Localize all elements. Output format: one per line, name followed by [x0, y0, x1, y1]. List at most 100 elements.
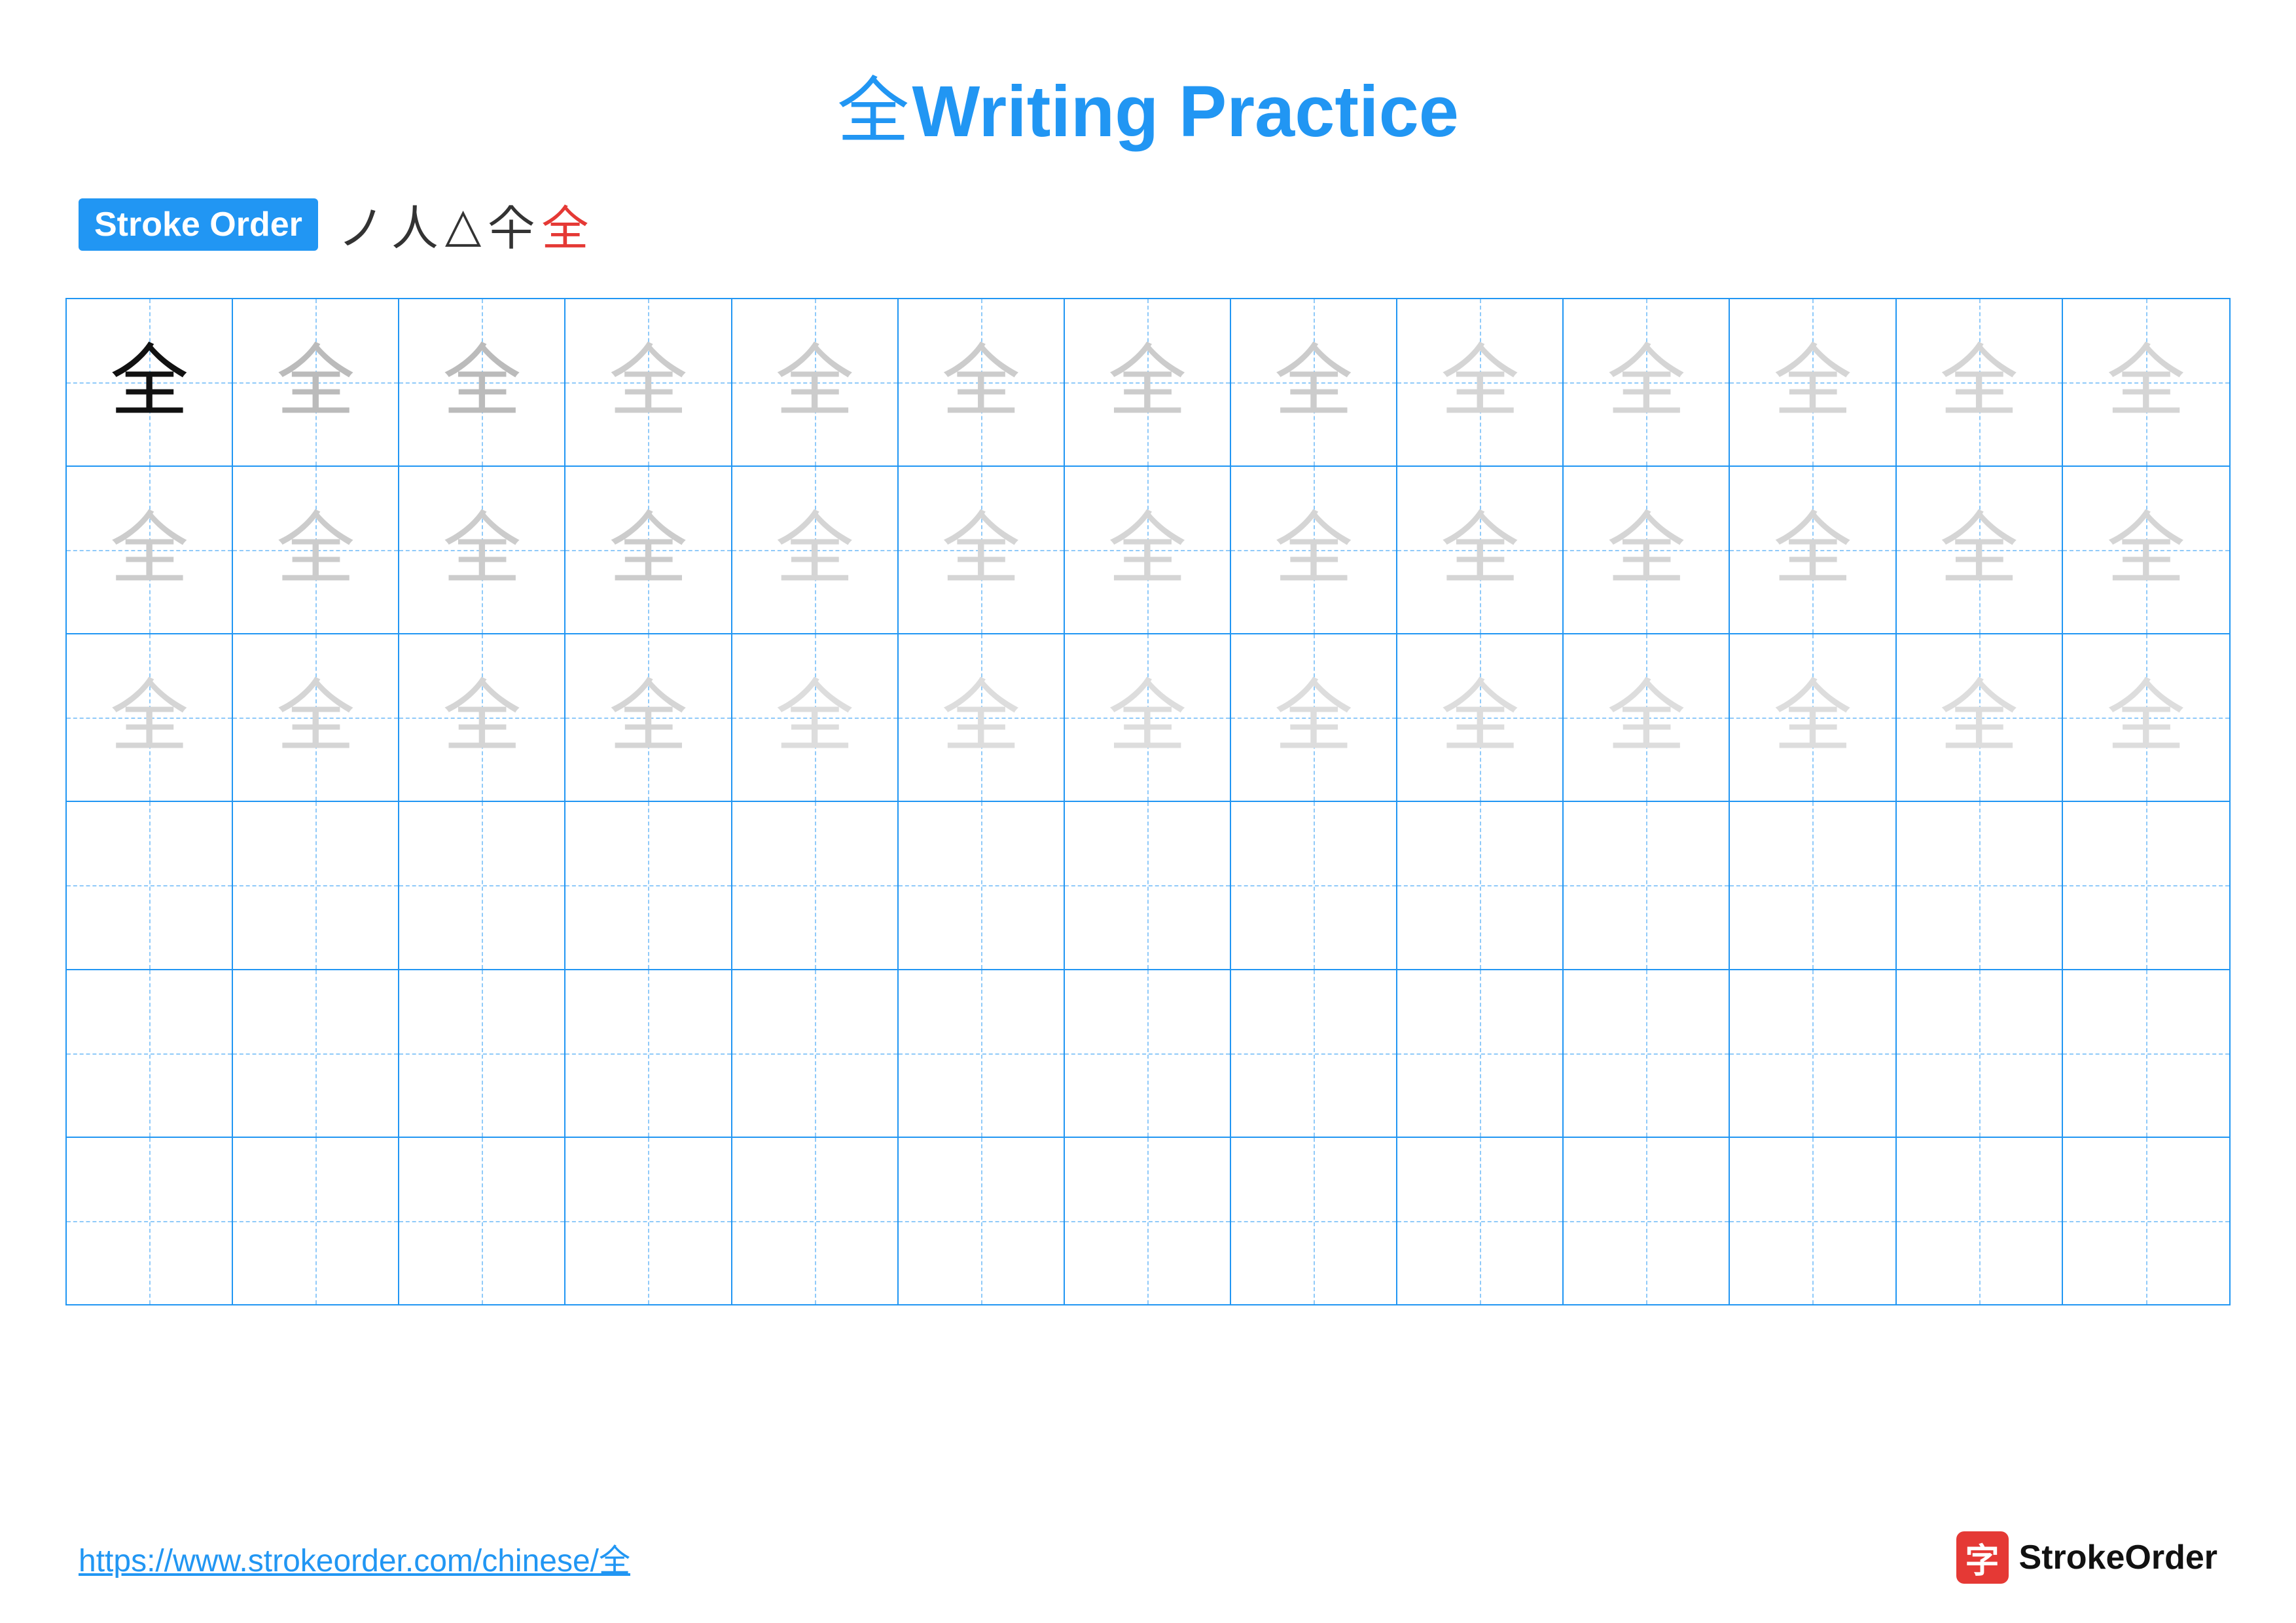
cell-3-2[interactable]: 全 [233, 634, 399, 801]
cell-2-13[interactable]: 全 [2063, 467, 2229, 633]
cell-3-7[interactable]: 全 [1065, 634, 1231, 801]
cell-5-1[interactable] [67, 970, 233, 1137]
cell-1-9[interactable]: 全 [1397, 299, 1564, 465]
grid-row-2: 全 全 全 全 全 全 全 全 全 全 全 全 全 [67, 467, 2229, 634]
cell-6-11[interactable] [1730, 1138, 1896, 1304]
cell-4-6[interactable] [899, 802, 1065, 968]
cell-4-13[interactable] [2063, 802, 2229, 968]
cell-6-12[interactable] [1897, 1138, 2063, 1304]
cell-1-1[interactable]: 全 [67, 299, 233, 465]
strokeorder-logo-icon: 字 [1956, 1531, 2009, 1584]
cell-4-11[interactable] [1730, 802, 1896, 968]
footer-logo: 字 StrokeOrder [1956, 1531, 2217, 1584]
grid-row-6 [67, 1138, 2229, 1304]
cell-2-12[interactable]: 全 [1897, 467, 2063, 633]
cell-2-8[interactable]: 全 [1231, 467, 1397, 633]
footer-url[interactable]: https://www.strokeorder.com/chinese/全 [79, 1535, 630, 1580]
cell-3-3[interactable]: 全 [399, 634, 565, 801]
stroke-4: 仐 [488, 190, 535, 259]
cell-5-7[interactable] [1065, 970, 1231, 1137]
grid-row-5 [67, 970, 2229, 1138]
stroke-order-section: Stroke Order ノ 人 △ 仐 全 [0, 190, 2296, 259]
cell-2-1[interactable]: 全 [67, 467, 233, 633]
cell-3-8[interactable]: 全 [1231, 634, 1397, 801]
stroke-5: 全 [541, 190, 588, 259]
grid-row-3: 全 全 全 全 全 全 全 全 全 全 全 全 全 [67, 634, 2229, 802]
cell-1-11[interactable]: 全 [1730, 299, 1896, 465]
cell-3-12[interactable]: 全 [1897, 634, 2063, 801]
cell-4-8[interactable] [1231, 802, 1397, 968]
cell-5-6[interactable] [899, 970, 1065, 1137]
cell-4-10[interactable] [1564, 802, 1730, 968]
footer: https://www.strokeorder.com/chinese/全 字 … [0, 1531, 2296, 1584]
cell-4-3[interactable] [399, 802, 565, 968]
title-char: 全 [837, 71, 909, 152]
cell-5-11[interactable] [1730, 970, 1896, 1137]
cell-1-3[interactable]: 全 [399, 299, 565, 465]
cell-5-3[interactable] [399, 970, 565, 1137]
cell-1-5[interactable]: 全 [732, 299, 899, 465]
cell-5-13[interactable] [2063, 970, 2229, 1137]
cell-3-9[interactable]: 全 [1397, 634, 1564, 801]
cell-4-12[interactable] [1897, 802, 2063, 968]
cell-1-4[interactable]: 全 [565, 299, 732, 465]
cell-2-6[interactable]: 全 [899, 467, 1065, 633]
cell-1-6[interactable]: 全 [899, 299, 1065, 465]
cell-2-3[interactable]: 全 [399, 467, 565, 633]
cell-6-8[interactable] [1231, 1138, 1397, 1304]
cell-5-10[interactable] [1564, 970, 1730, 1137]
page-title: 全 Writing Practice [0, 0, 2296, 157]
cell-6-4[interactable] [565, 1138, 732, 1304]
cell-2-10[interactable]: 全 [1564, 467, 1730, 633]
cell-4-5[interactable] [732, 802, 899, 968]
stroke-order-badge: Stroke Order [79, 198, 318, 251]
cell-1-12[interactable]: 全 [1897, 299, 2063, 465]
title-text: Writing Practice [912, 71, 1459, 152]
stroke-1: ノ [338, 190, 385, 259]
cell-5-4[interactable] [565, 970, 732, 1137]
cell-6-10[interactable] [1564, 1138, 1730, 1304]
cell-5-2[interactable] [233, 970, 399, 1137]
cell-1-7[interactable]: 全 [1065, 299, 1231, 465]
cell-6-3[interactable] [399, 1138, 565, 1304]
cell-6-6[interactable] [899, 1138, 1065, 1304]
cell-4-7[interactable] [1065, 802, 1231, 968]
cell-2-4[interactable]: 全 [565, 467, 732, 633]
practice-grid: 全 全 全 全 全 全 全 全 全 全 全 全 全 全 全 全 全 全 全 全 … [65, 298, 2231, 1305]
cell-3-11[interactable]: 全 [1730, 634, 1896, 801]
cell-4-1[interactable] [67, 802, 233, 968]
stroke-sequence: ノ 人 △ 仐 全 [338, 190, 588, 259]
cell-6-7[interactable] [1065, 1138, 1231, 1304]
stroke-3: △ [445, 197, 481, 252]
cell-6-2[interactable] [233, 1138, 399, 1304]
cell-6-5[interactable] [732, 1138, 899, 1304]
stroke-2: 人 [391, 190, 439, 259]
cell-2-11[interactable]: 全 [1730, 467, 1896, 633]
cell-2-5[interactable]: 全 [732, 467, 899, 633]
cell-3-13[interactable]: 全 [2063, 634, 2229, 801]
cell-5-12[interactable] [1897, 970, 2063, 1137]
cell-3-10[interactable]: 全 [1564, 634, 1730, 801]
cell-2-7[interactable]: 全 [1065, 467, 1231, 633]
cell-5-8[interactable] [1231, 970, 1397, 1137]
cell-2-9[interactable]: 全 [1397, 467, 1564, 633]
cell-5-5[interactable] [732, 970, 899, 1137]
cell-3-5[interactable]: 全 [732, 634, 899, 801]
cell-6-1[interactable] [67, 1138, 233, 1304]
cell-6-13[interactable] [2063, 1138, 2229, 1304]
grid-row-1: 全 全 全 全 全 全 全 全 全 全 全 全 全 [67, 299, 2229, 467]
cell-3-1[interactable]: 全 [67, 634, 233, 801]
footer-logo-text: StrokeOrder [2019, 1538, 2217, 1577]
cell-4-9[interactable] [1397, 802, 1564, 968]
cell-1-13[interactable]: 全 [2063, 299, 2229, 465]
cell-3-4[interactable]: 全 [565, 634, 732, 801]
cell-4-4[interactable] [565, 802, 732, 968]
cell-6-9[interactable] [1397, 1138, 1564, 1304]
cell-5-9[interactable] [1397, 970, 1564, 1137]
cell-2-2[interactable]: 全 [233, 467, 399, 633]
cell-1-10[interactable]: 全 [1564, 299, 1730, 465]
cell-3-6[interactable]: 全 [899, 634, 1065, 801]
cell-1-8[interactable]: 全 [1231, 299, 1397, 465]
cell-1-2[interactable]: 全 [233, 299, 399, 465]
cell-4-2[interactable] [233, 802, 399, 968]
